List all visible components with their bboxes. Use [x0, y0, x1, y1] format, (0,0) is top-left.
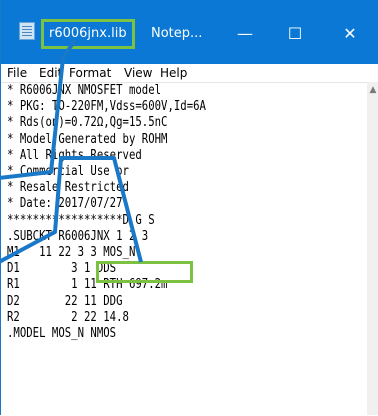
menu-file[interactable]: File — [7, 64, 27, 82]
menu-edit[interactable]: Edit — [39, 64, 62, 82]
editor-line: * Rds(on)=0.72Ω,Qg=15.5nC — [7, 115, 168, 131]
scroll-up-icon[interactable]: ▲ — [367, 84, 378, 96]
title-bar[interactable]: r6006jnx.lib Notep... — ☐ ✕ — [1, 0, 378, 64]
editor-line: .SUBCKT R6006JNX 1 2 3 — [7, 228, 149, 244]
editor-line: * PKG: TO-220FM,Vdss=600V,Id=6A — [7, 99, 206, 115]
editor-line: D2 22 11 DDG — [7, 293, 123, 309]
window-title-app: Notep... — [151, 26, 203, 41]
window-title-filename: r6006jnx.lib — [41, 19, 135, 49]
editor-line: R2 2 22 14.8 — [7, 309, 129, 325]
maximize-button[interactable]: ☐ — [276, 22, 314, 46]
editor-line: * Resale Restricted — [7, 180, 129, 196]
editor-line: .MODEL MOS_N NMOS — [7, 326, 117, 342]
editor-line: * Model Generated by ROHM — [7, 131, 168, 147]
editor-line: * R6006JNX NMOSFET model — [7, 83, 162, 98]
editor-line: * All Rights Reserved — [7, 147, 142, 163]
editor-line: ******************D G S — [7, 212, 155, 228]
editor-line: * Commercial Use or — [7, 164, 129, 180]
menu-format[interactable]: Format — [69, 64, 111, 82]
notepad-icon — [19, 22, 35, 40]
editor-content[interactable]: * R6006JNX NMOSFET model * PKG: TO-220FM,… — [7, 83, 206, 342]
menu-help[interactable]: Help — [160, 64, 187, 82]
menu-view[interactable]: View — [124, 64, 152, 82]
close-button[interactable]: ✕ — [331, 22, 369, 46]
vertical-scrollbar[interactable] — [367, 82, 378, 415]
notepad-window: r6006jnx.lib Notep... — ☐ ✕ File Edit Fo… — [0, 0, 378, 416]
minimize-button[interactable]: — — [226, 22, 264, 46]
menu-bar: File Edit Format View Help — [1, 64, 378, 82]
editor-line: M1 11 22 3 3 MOS_N — [7, 245, 136, 261]
text-editor[interactable]: * R6006JNX NMOSFET model * PKG: TO-220FM,… — [1, 82, 367, 416]
editor-line: * Date: 2017/07/27 — [7, 196, 123, 212]
subckt-name-highlight — [96, 261, 193, 283]
